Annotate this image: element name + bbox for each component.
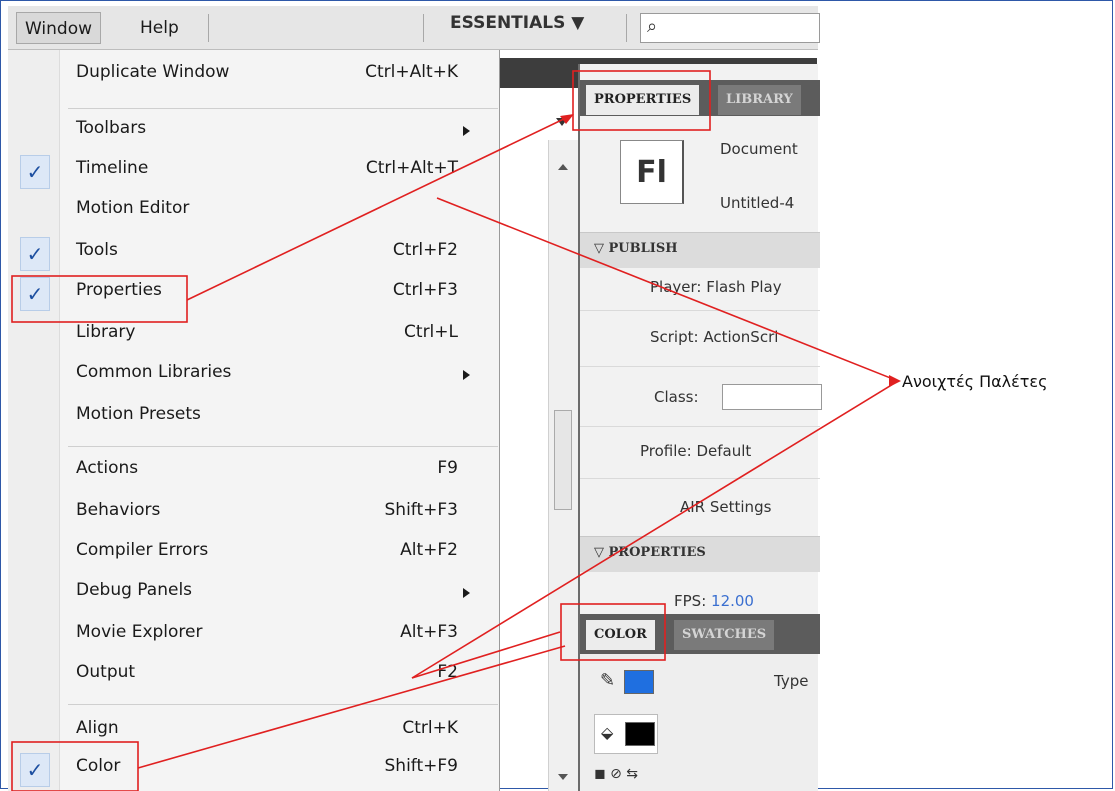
annotation-overlay (11, 70, 901, 791)
arrow-line (137, 645, 566, 769)
arrow-line (186, 115, 571, 301)
arrow-line (436, 197, 899, 382)
arrow-line (411, 631, 561, 679)
arrow-line (411, 380, 899, 679)
screenshot: Window Help ESSENTIALS ▼ ⌕ Duplicate Win… (0, 0, 1115, 791)
arrowhead-icon (889, 375, 901, 387)
highlight-box-color-item (11, 741, 139, 791)
highlight-box-properties-tab (572, 70, 711, 131)
highlight-box-properties-item (11, 275, 188, 323)
highlight-box-color-tab (560, 603, 666, 661)
callout-open-palettes: Ανοιχτές Παλέτες (902, 372, 1048, 391)
